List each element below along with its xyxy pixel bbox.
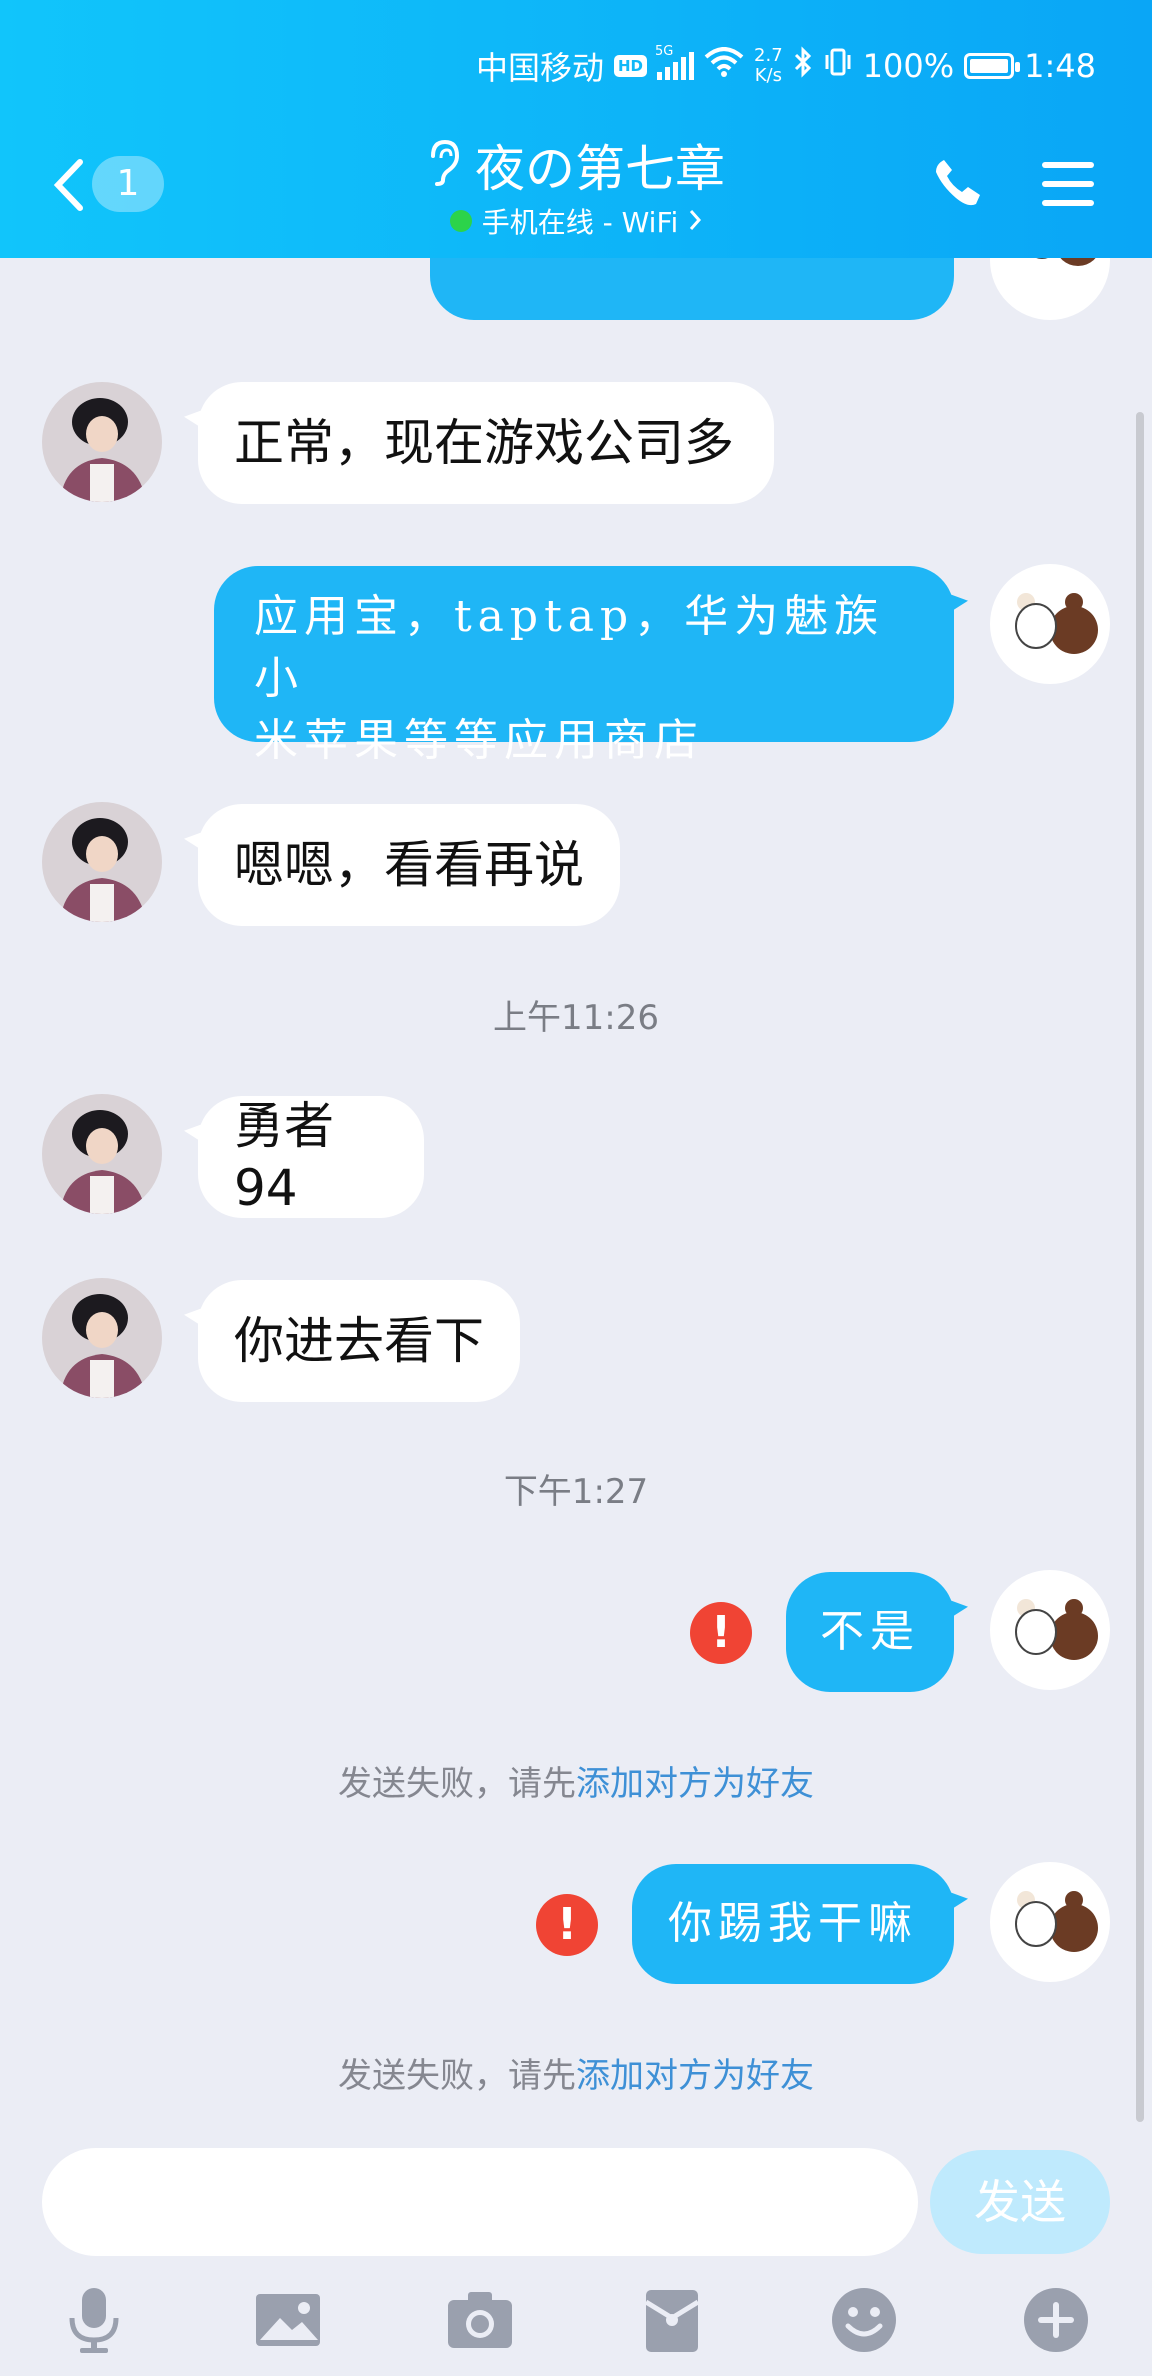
wifi-icon	[704, 47, 744, 85]
message-bubble[interactable]: 正常，现在游戏公司多	[198, 382, 774, 504]
message-text: 你进去看下	[234, 1312, 484, 1370]
person-avatar-icon	[42, 1278, 162, 1398]
network-type: 5G	[655, 44, 674, 59]
timestamp: 上午11:26	[493, 998, 659, 1038]
hamburger-icon	[1042, 162, 1094, 206]
ear-icon	[427, 138, 461, 199]
status-bar: 中国移动 HD 5G 2.7 K/s 100% 1:48	[476, 44, 1096, 88]
send-button[interactable]: 发送	[930, 2150, 1110, 2254]
red-packet-icon[interactable]	[636, 2284, 708, 2356]
net-speed-unit: K/s	[754, 65, 782, 86]
message-bubble[interactable]: 你进去看下	[198, 1280, 520, 1402]
contact-avatar[interactable]	[42, 802, 162, 922]
hd-badge: HD	[614, 55, 648, 77]
bear-sticker-icon	[1015, 1891, 1098, 1952]
person-avatar-icon	[42, 382, 162, 502]
menu-button[interactable]	[1040, 160, 1096, 208]
add-friend-link[interactable]: 添加对方为好友	[576, 2056, 814, 2096]
contact-avatar[interactable]	[42, 382, 162, 502]
message-bubble[interactable]: 嗯嗯，看看再说	[198, 804, 620, 926]
bear-sticker-icon	[1015, 1599, 1098, 1660]
message-text: 嗯嗯，看看再说	[234, 836, 584, 894]
message-bubble[interactable]: 你踢我干嘛	[632, 1864, 954, 1984]
contact-name: 夜の第七章	[475, 139, 725, 198]
bear-sticker-icon	[1015, 593, 1098, 654]
message-bubble[interactable]: 应用宝，taptap，华为魅族小 米苹果等等应用商店	[214, 566, 954, 766]
bluetooth-icon	[793, 46, 813, 86]
message-bubble[interactable]: 勇者94	[198, 1096, 424, 1218]
emoji-icon[interactable]	[828, 2284, 900, 2356]
contact-avatar[interactable]	[42, 1278, 162, 1398]
phone-icon	[936, 160, 980, 206]
message-text: 正常，现在游戏公司多	[234, 414, 734, 472]
signal-icon: 5G	[655, 44, 695, 80]
scrollbar[interactable]	[1136, 412, 1144, 2122]
timestamp: 下午1:27	[503, 1472, 649, 1512]
person-avatar-icon	[42, 802, 162, 922]
my-avatar[interactable]	[990, 1862, 1110, 1982]
my-avatar[interactable]	[990, 1570, 1110, 1690]
chevron-right-icon	[688, 205, 702, 238]
voice-call-button[interactable]	[930, 154, 986, 210]
add-friend-link[interactable]: 添加对方为好友	[576, 1764, 814, 1804]
send-failed-notice: 发送失败，请先添加对方为好友	[0, 1756, 1152, 1805]
carrier-name: 中国移动	[475, 49, 604, 87]
online-dot-icon	[449, 210, 472, 232]
send-failed-notice: 发送失败，请先添加对方为好友	[0, 2048, 1152, 2097]
message-input[interactable]	[42, 2148, 918, 2256]
plus-icon[interactable]	[1020, 2284, 1092, 2356]
battery-icon	[964, 53, 1021, 79]
message-text: 你踢我干嘛	[668, 1898, 918, 1949]
message-text: 米苹果等等应用商店	[254, 715, 704, 766]
message-text: 应用宝，taptap，华为魅族小	[254, 591, 885, 704]
net-speed-value: 2.7	[754, 45, 783, 66]
send-failed-text: 发送失败，请先	[338, 2056, 576, 2096]
clock: 1:48	[1024, 47, 1096, 85]
message-text: 不是	[820, 1606, 920, 1657]
online-status: 手机在线 - WiFi	[481, 206, 679, 239]
send-failed-icon[interactable]: !	[690, 1602, 752, 1664]
contact-avatar[interactable]	[42, 1094, 162, 1214]
send-failed-text: 发送失败，请先	[338, 1764, 576, 1804]
vibrate-icon	[823, 47, 853, 85]
net-speed: 2.7 K/s	[754, 46, 783, 86]
image-icon[interactable]	[252, 2284, 324, 2356]
battery-percent: 100%	[862, 47, 955, 85]
input-toolbar	[0, 2270, 1152, 2370]
message-bubble[interactable]: 不是	[786, 1572, 954, 1692]
person-avatar-icon	[42, 1094, 162, 1214]
camera-icon[interactable]	[444, 2284, 516, 2356]
message-text: 勇者94	[234, 1097, 334, 1217]
microphone-icon[interactable]	[58, 2284, 130, 2356]
chat-header: 中国移动 HD 5G 2.7 K/s 100% 1:48 1 夜の第七章 手机在…	[0, 0, 1152, 258]
send-failed-icon[interactable]: !	[536, 1894, 598, 1956]
my-avatar[interactable]	[990, 564, 1110, 684]
